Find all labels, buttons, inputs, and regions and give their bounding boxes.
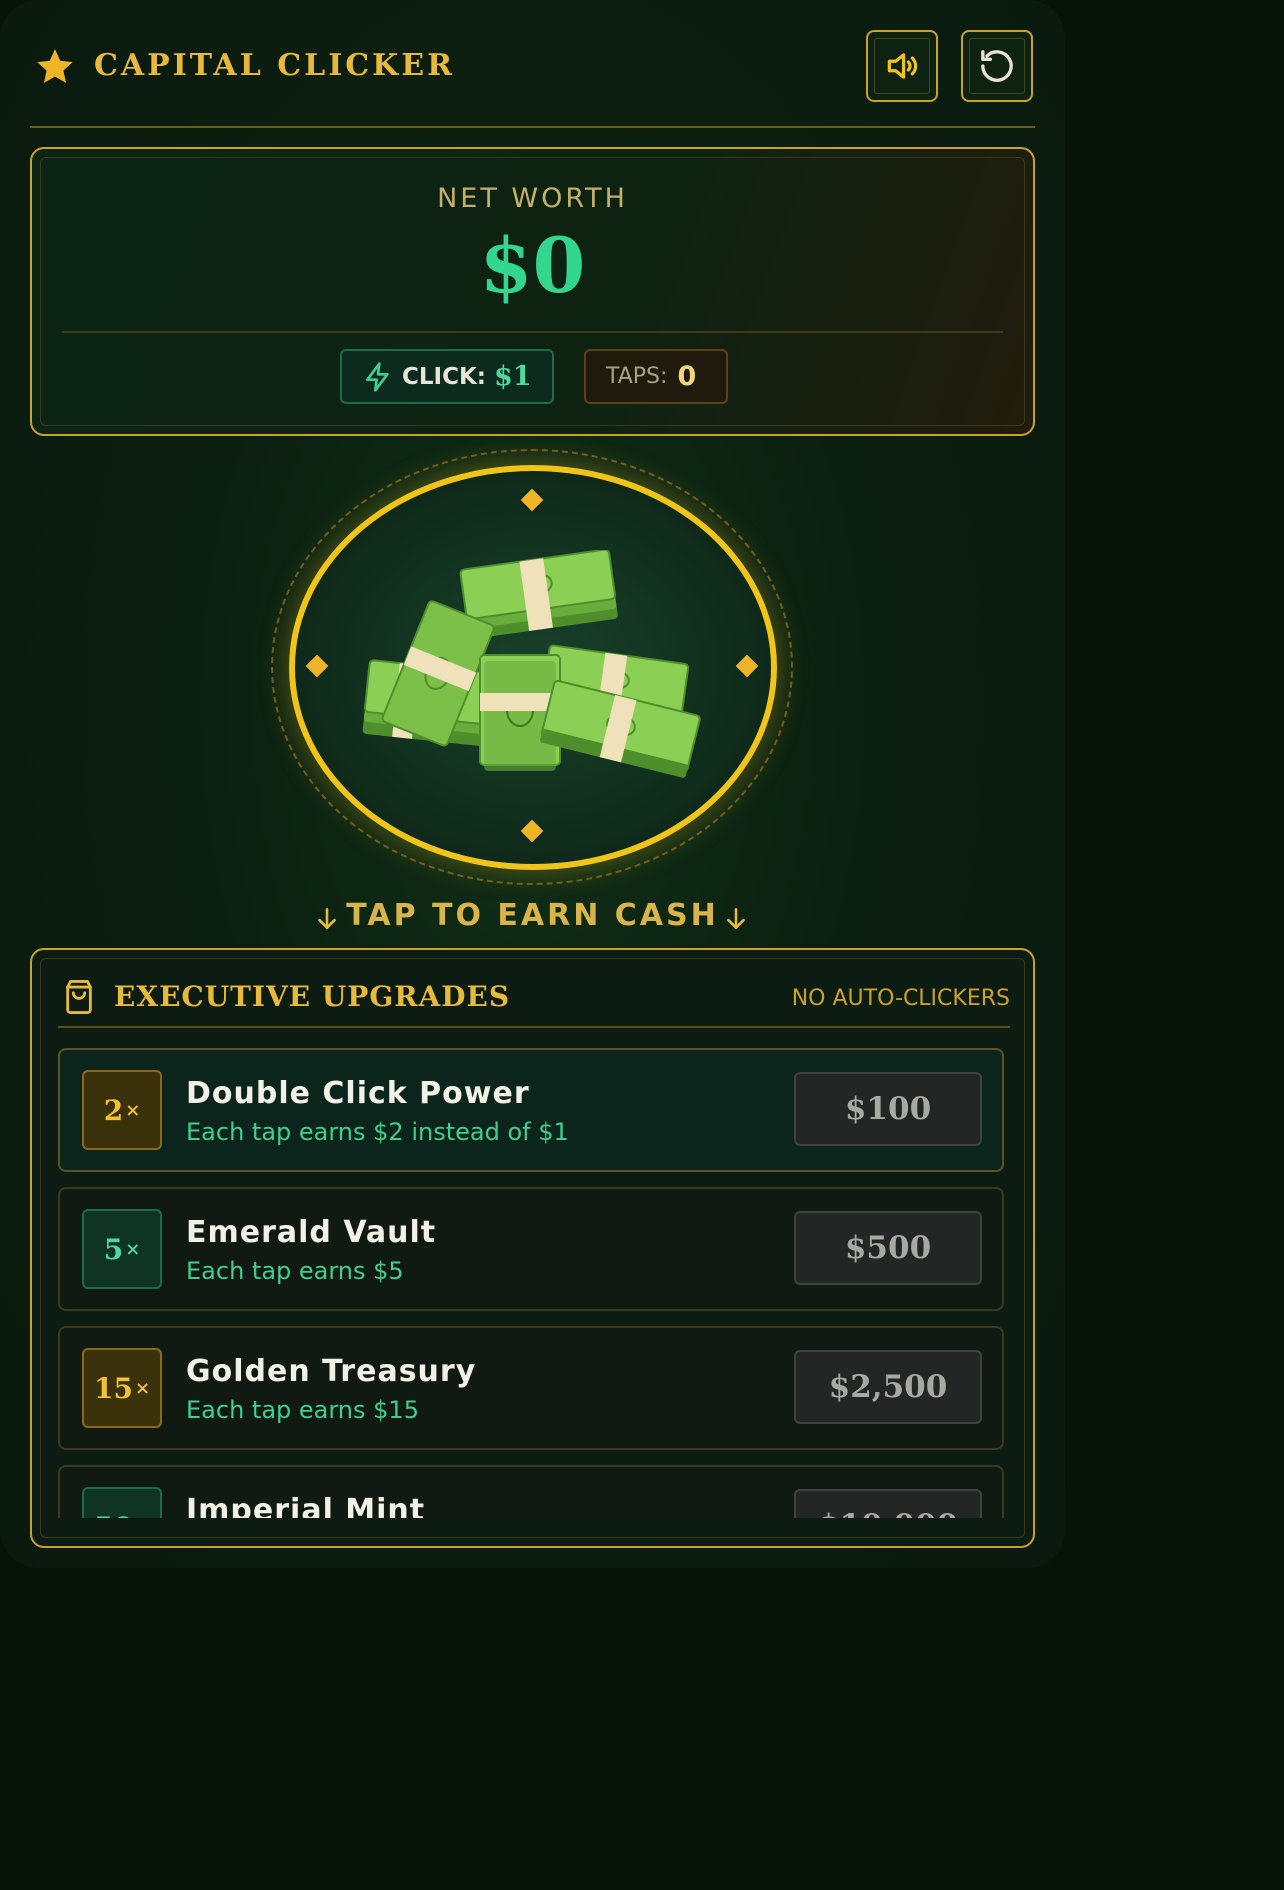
upgrade-description: Each tap earns $2 instead of $1 bbox=[186, 1118, 569, 1146]
multiplier-badge: 50× bbox=[82, 1487, 162, 1518]
upgrade-name: Emerald Vault bbox=[186, 1215, 437, 1250]
arrow-down-icon bbox=[727, 907, 745, 929]
buy-upgrade-button[interactable]: $2,500 bbox=[794, 1350, 982, 1424]
buy-upgrade-button[interactable]: $10,000 bbox=[794, 1489, 982, 1518]
upgrade-name: Imperial Mint bbox=[186, 1493, 426, 1518]
upgrades-note: NO AUTO-CLICKERS bbox=[791, 986, 1010, 1011]
buy-upgrade-button[interactable]: $500 bbox=[794, 1211, 982, 1285]
click-power-badge: CLICK: $1 bbox=[340, 349, 554, 404]
taps-label: TAPS: bbox=[606, 364, 668, 389]
upgrade-name: Double Click Power bbox=[186, 1076, 530, 1111]
reset-button[interactable] bbox=[961, 30, 1033, 102]
multiplier-badge: 2 × bbox=[82, 1070, 162, 1150]
lightning-icon bbox=[366, 361, 389, 392]
click-value: $1 bbox=[494, 361, 532, 392]
taps-badge: TAPS: 0 bbox=[584, 349, 728, 404]
star-icon bbox=[37, 49, 73, 83]
app-title: CAPITAL CLICKER bbox=[94, 48, 455, 83]
upgrade-item: 2 × Double Click Power Each tap earns $2 … bbox=[58, 1048, 1004, 1172]
buy-upgrade-button[interactable]: $100 bbox=[794, 1072, 982, 1146]
upgrade-item: 5 × Emerald Vault Each tap earns $5 $500 bbox=[58, 1187, 1004, 1311]
upgrade-name: Golden Treasury bbox=[186, 1354, 477, 1389]
sound-button[interactable] bbox=[866, 30, 938, 102]
upgrades-title: EXECUTIVE UPGRADES bbox=[114, 980, 511, 1013]
net-worth-label: NET WORTH bbox=[437, 183, 628, 214]
reset-icon bbox=[981, 50, 1013, 82]
shopping-bag-icon bbox=[66, 980, 92, 1014]
net-worth-card: NET WORTH $0 CLICK: $1 TAPS: 0 bbox=[30, 147, 1035, 436]
money-stack-icon bbox=[362, 550, 701, 778]
upgrade-description: Each tap earns $15 bbox=[186, 1396, 419, 1424]
upgrade-list: 2 × Double Click Power Each tap earns $2 … bbox=[58, 1048, 1004, 1518]
speaker-icon bbox=[887, 53, 918, 79]
taps-value: 0 bbox=[677, 361, 697, 392]
multiplier-badge: 15 × bbox=[82, 1348, 162, 1428]
upgrade-description: Each tap earns $5 bbox=[186, 1257, 404, 1285]
net-worth-value: $0 bbox=[479, 221, 586, 310]
upgrade-item: 15 × Golden Treasury Each tap earns $15 $… bbox=[58, 1326, 1004, 1450]
tap-hint: TAP TO EARN CASH bbox=[346, 898, 719, 933]
multiplier-badge: 5 × bbox=[82, 1209, 162, 1289]
upgrades-panel: EXECUTIVE UPGRADES NO AUTO-CLICKERS 2 × D… bbox=[30, 948, 1035, 1548]
divider bbox=[62, 331, 1003, 333]
header: CAPITAL CLICKER bbox=[30, 28, 1035, 128]
upgrade-item: 50× Imperial Mint $10,000 bbox=[58, 1465, 1004, 1518]
click-label: CLICK: bbox=[402, 363, 486, 390]
upgrades-header: EXECUTIVE UPGRADES NO AUTO-CLICKERS bbox=[58, 970, 1010, 1028]
app-frame: CAPITAL CLICKER NET WORTH $0 CLICK: $1 T… bbox=[0, 0, 1065, 1568]
